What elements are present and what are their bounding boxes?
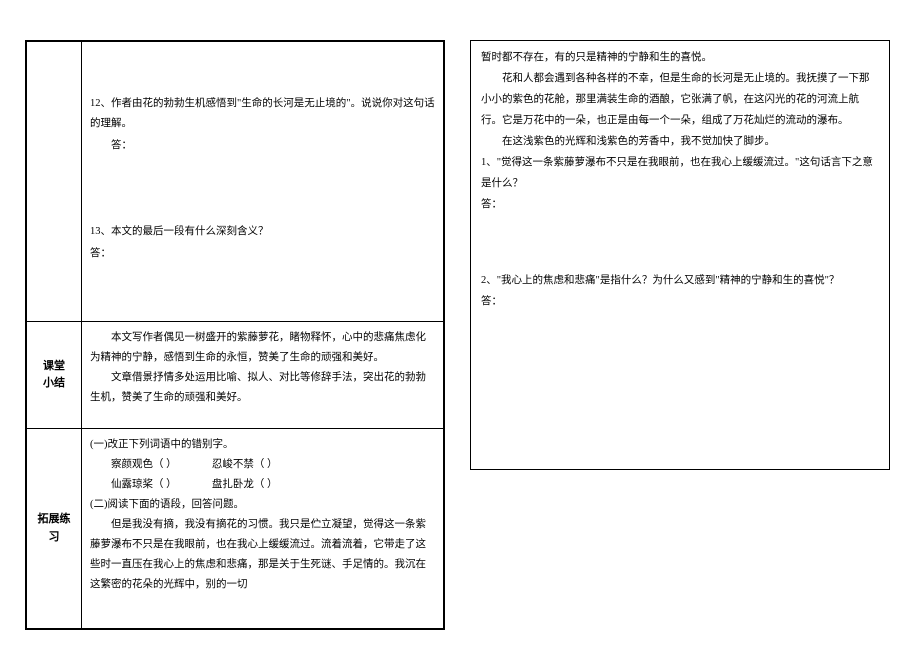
right-p1: 暂时都不存在，有的只是精神的宁静和生的喜悦。 — [481, 47, 879, 68]
right-p3: 在这浅紫色的光辉和浅紫色的芳香中，我不觉加快了脚步。 — [481, 131, 879, 152]
ex1-item3: 仙露琼桨（ ） — [111, 479, 177, 490]
right-q2-answer: 答： — [481, 291, 879, 312]
question-12: 12、作者由花的勃勃生机感悟到"生命的长河是无止境的"。说说你对这句话的理解。 — [90, 94, 435, 134]
right-q2: 2、"我心上的焦虑和悲痛"是指什么？为什么又感到"精神的宁静和生的喜悦"？ — [481, 270, 879, 291]
ex1-item2: 忍峻不禁（ ） — [212, 459, 278, 470]
question-13-answer: 答： — [90, 244, 435, 264]
question-13: 13、本文的最后一段有什么深刻含义？ — [90, 222, 435, 242]
question-12-answer: 答： — [90, 136, 435, 156]
section2-content: 本文写作者偶见一树盛开的紫藤萝花，睹物释怀，心中的悲痛焦虑化为精神的宁静，感悟到… — [82, 322, 444, 429]
ex1-row1: 察颜观色（ ） 忍峻不禁（ ） — [90, 455, 435, 475]
section2-label-cell: 课堂 小结 — [27, 322, 82, 429]
right-p2: 花和人都会遇到各种各样的不幸，但是生命的长河是无止境的。我抚摸了一下那小小的紫色… — [481, 68, 879, 131]
right-content: 暂时都不存在，有的只是精神的宁静和生的喜悦。 花和人都会遇到各种各样的不幸，但是… — [471, 41, 889, 469]
section2-label: 课堂 小结 — [43, 360, 65, 390]
section1-content: 12、作者由花的勃勃生机感悟到"生命的长河是无止境的"。说说你对这句话的理解。 … — [82, 42, 444, 322]
right-q1: 1、"觉得这一条紫藤萝瀑布不只是在我眼前，也在我心上缓缓流过。"这句话言下之意是… — [481, 152, 879, 194]
left-table: 12、作者由花的勃勃生机感悟到"生命的长河是无止境的"。说说你对这句话的理解。 … — [26, 41, 444, 629]
section3-label: 拓展练习 — [38, 513, 71, 543]
section3-content: (一)改正下列词语中的错别字。 察颜观色（ ） 忍峻不禁（ ） 仙露琼桨（ ） … — [82, 429, 444, 629]
summary-p2: 文章借景抒情多处运用比喻、拟人、对比等修辞手法，突出花的勃勃生机，赞美了生命的顽… — [90, 368, 435, 408]
ex1-intro: (一)改正下列词语中的错别字。 — [90, 435, 435, 455]
ex1-item1: 察颜观色（ ） — [111, 459, 177, 470]
left-column: 12、作者由花的勃勃生机感悟到"生命的长河是无止境的"。说说你对这句话的理解。 … — [25, 40, 445, 630]
right-q1-answer: 答： — [481, 194, 879, 215]
ex2-passage: 但是我没有摘，我没有摘花的习惯。我只是伫立凝望，觉得这一条紫藤萝瀑布不只是在我眼… — [90, 515, 435, 595]
summary-p1: 本文写作者偶见一树盛开的紫藤萝花，睹物释怀，心中的悲痛焦虑化为精神的宁静，感悟到… — [90, 328, 435, 368]
ex1-item4: 盘扎卧龙（ ） — [212, 479, 278, 490]
ex1-row2: 仙露琼桨（ ） 盘扎卧龙（ ） — [90, 475, 435, 495]
ex2-intro: (二)阅读下面的语段，回答问题。 — [90, 495, 435, 515]
section1-label-cell — [27, 42, 82, 322]
section3-label-cell: 拓展练习 — [27, 429, 82, 629]
right-column: 暂时都不存在，有的只是精神的宁静和生的喜悦。 花和人都会遇到各种各样的不幸，但是… — [470, 40, 890, 470]
right-table: 暂时都不存在，有的只是精神的宁静和生的喜悦。 花和人都会遇到各种各样的不幸，但是… — [471, 41, 889, 469]
